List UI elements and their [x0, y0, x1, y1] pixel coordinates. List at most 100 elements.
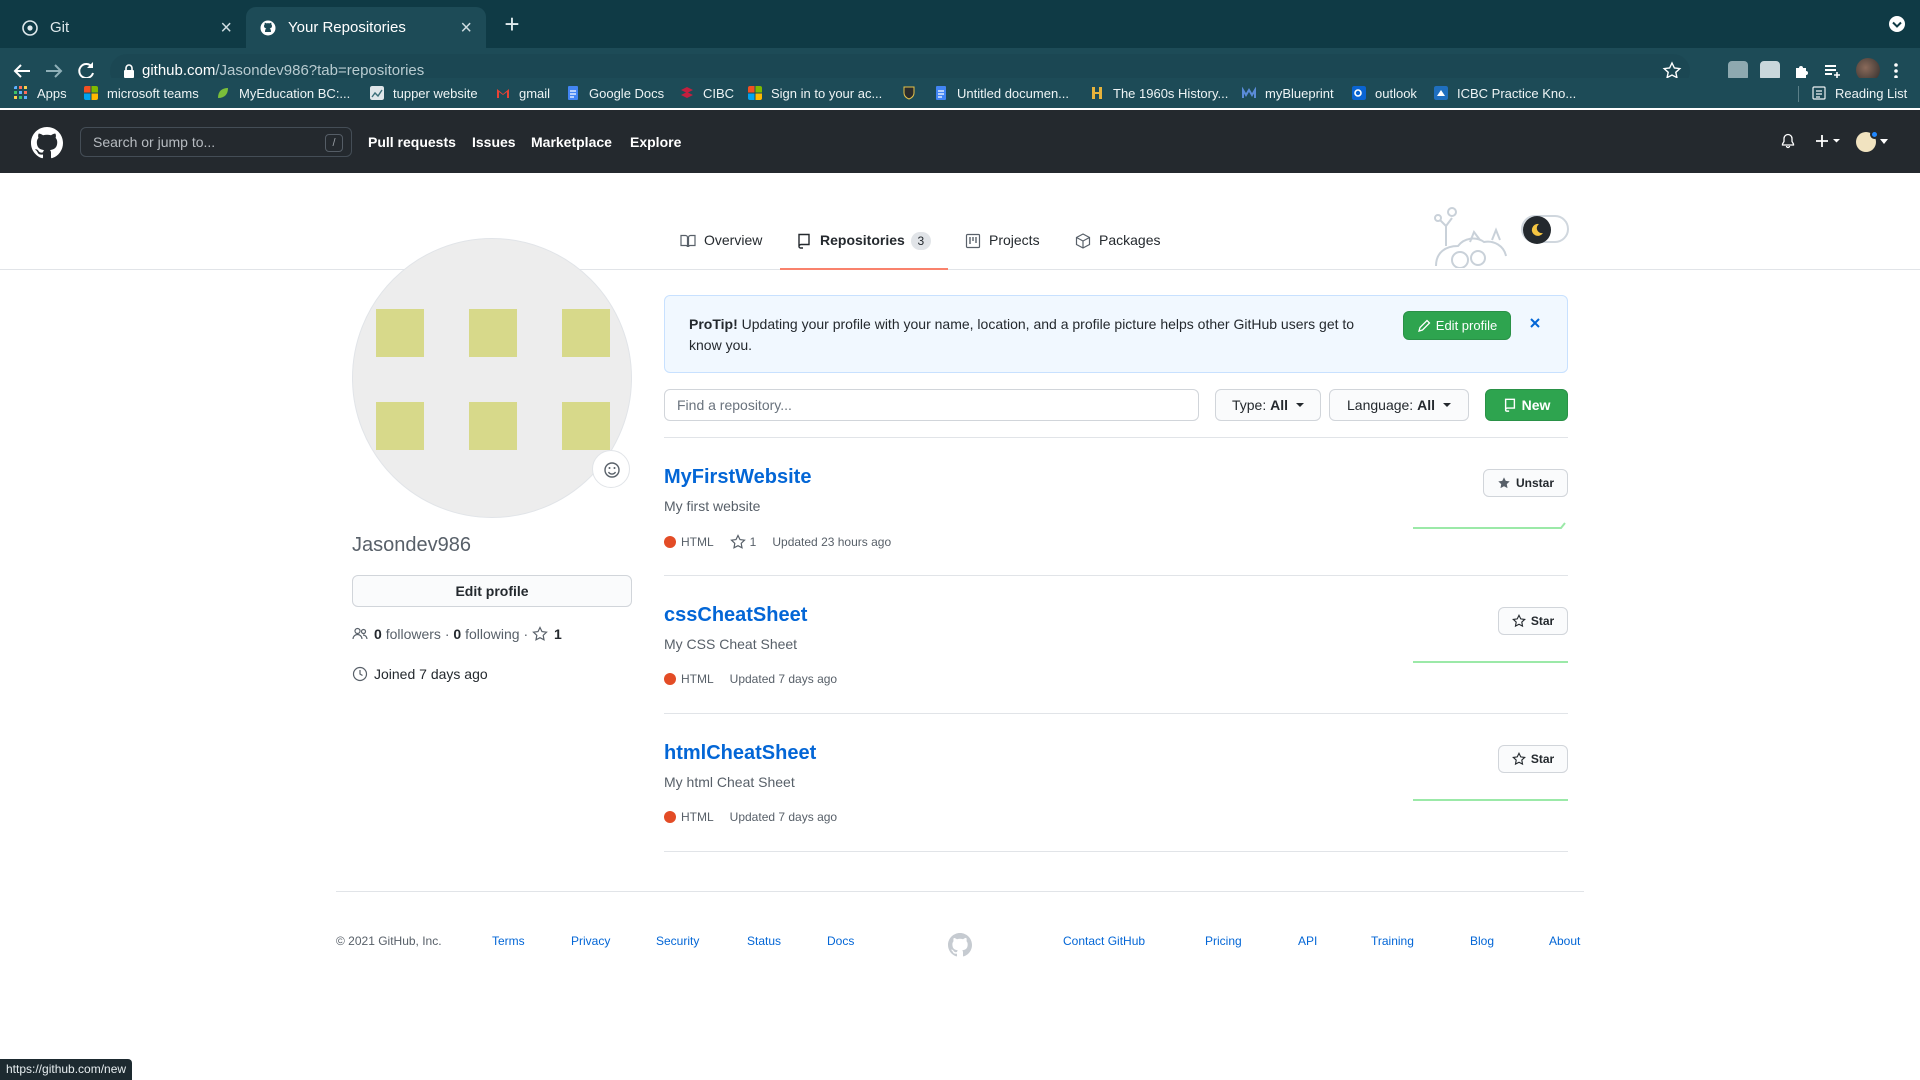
- dark-mode-moon-icon[interactable]: [1523, 216, 1551, 244]
- protip-message: Updating your profile with your name, lo…: [689, 316, 1355, 353]
- footer-link-privacy[interactable]: Privacy: [571, 934, 610, 948]
- bookmark-icbc-practice[interactable]: ICBC Practice Kno...: [1434, 84, 1576, 102]
- joined-text: Joined 7 days ago: [374, 666, 488, 682]
- bookmark-microsoft-teams[interactable]: microsoft teams: [84, 84, 199, 102]
- repo-link-myfirstwebsite[interactable]: MyFirstWebsite: [664, 466, 811, 489]
- repo-link-csscheatsheet[interactable]: cssCheatSheet: [664, 604, 807, 627]
- url-text: github.com/Jasondev986?tab=repositories: [142, 62, 424, 79]
- repo-stargazers-link[interactable]: 1: [729, 534, 756, 550]
- github-mark-icon[interactable]: [948, 933, 972, 957]
- button-label: Unstar: [1515, 476, 1554, 490]
- close-tab-icon[interactable]: ×: [460, 18, 472, 38]
- stars-count: 1: [554, 626, 562, 642]
- tab-label: Overview: [704, 232, 763, 248]
- bookmark-tupper-website[interactable]: tupper website: [370, 84, 478, 102]
- bookmark-crest[interactable]: [902, 84, 925, 102]
- followers-link[interactable]: 0 followers: [374, 626, 441, 642]
- type-filter-dropdown[interactable]: Type: All: [1215, 389, 1321, 421]
- list-divider: [664, 713, 1568, 714]
- tab-search-chevron-icon[interactable]: [1888, 15, 1906, 33]
- leaf-icon: [218, 88, 228, 98]
- bookmark-untitled-document[interactable]: Untitled documen...: [934, 84, 1069, 102]
- new-repository-button[interactable]: New: [1485, 389, 1568, 421]
- bookmark-myblueprint[interactable]: myBlueprint: [1242, 84, 1334, 102]
- notifications-bell-icon[interactable]: [1780, 133, 1796, 149]
- bookmark-label: microsoft teams: [107, 85, 199, 101]
- star-icon: [1511, 614, 1526, 628]
- activity-sparkline: [1413, 522, 1566, 529]
- following-link[interactable]: 0 following: [453, 626, 519, 642]
- google-docs-icon: [568, 86, 578, 100]
- footer-link-security[interactable]: Security: [656, 934, 699, 948]
- tab-projects[interactable]: Projects: [965, 232, 1040, 270]
- star-button[interactable]: Star: [1498, 607, 1568, 635]
- protip-lead: ProTip!: [689, 316, 738, 332]
- language-filter-value: All: [1417, 397, 1435, 413]
- footer-link-terms[interactable]: Terms: [492, 934, 525, 948]
- close-icon[interactable]: [1527, 315, 1543, 331]
- stars-link[interactable]: 1: [532, 626, 562, 642]
- star-button[interactable]: Star: [1498, 745, 1568, 773]
- package-icon: [1075, 233, 1091, 249]
- repository-count-badge: 3: [910, 232, 931, 250]
- nav-explore[interactable]: Explore: [630, 134, 681, 150]
- footer-copyright: © 2021 GitHub, Inc.: [336, 934, 442, 948]
- tab-packages[interactable]: Packages: [1075, 232, 1160, 270]
- footer-link-api[interactable]: API: [1298, 934, 1317, 948]
- nav-marketplace[interactable]: Marketplace: [531, 134, 612, 150]
- browser-tab-git[interactable]: Git ×: [8, 7, 246, 48]
- footer-link-status[interactable]: Status: [747, 934, 781, 948]
- footer-link-pricing[interactable]: Pricing: [1205, 934, 1242, 948]
- edit-profile-button[interactable]: Edit profile: [352, 575, 632, 607]
- footer-link-blog[interactable]: Blog: [1470, 934, 1494, 948]
- button-label: New: [1521, 397, 1551, 413]
- bookmark-outlook[interactable]: outlook: [1352, 84, 1417, 102]
- language-filter-dropdown[interactable]: Language: All: [1329, 389, 1469, 421]
- clock-icon: [352, 666, 368, 682]
- footer-link-training[interactable]: Training: [1371, 934, 1414, 948]
- set-status-smiley-icon[interactable]: [592, 450, 630, 488]
- footer-link-docs[interactable]: Docs: [827, 934, 854, 948]
- footer-link-contact-github[interactable]: Contact GitHub: [1063, 934, 1145, 948]
- follow-stats: 0 followers · 0 following · 1: [352, 626, 562, 642]
- star-icon: [1511, 752, 1526, 766]
- find-repository-input[interactable]: Find a repository...: [664, 389, 1199, 421]
- profile-avatar[interactable]: [352, 238, 632, 518]
- avatar-pixel: [562, 309, 610, 357]
- repo-link-htmlcheatsheet[interactable]: htmlCheatSheet: [664, 742, 816, 765]
- star-filled-icon: [1498, 477, 1510, 489]
- tab-repositories[interactable]: Repositories 3: [780, 232, 948, 270]
- tab-label: Projects: [989, 232, 1040, 248]
- bookmark-label: MyEducation BC:...: [239, 85, 351, 101]
- repo-description: My CSS Cheat Sheet: [664, 636, 798, 652]
- notification-dot-icon: [1870, 130, 1879, 139]
- reading-list-icon: [1812, 86, 1826, 100]
- github-logo-icon[interactable]: [31, 127, 63, 159]
- bookmark-sign-in[interactable]: Sign in to your ac...: [748, 84, 882, 102]
- nav-pull-requests[interactable]: Pull requests: [368, 134, 456, 150]
- github-search-input[interactable]: Search or jump to... /: [80, 127, 352, 157]
- footer-link-about[interactable]: About: [1549, 934, 1580, 948]
- bookmark-label: tupper website: [393, 85, 478, 101]
- browser-tab-your-repositories[interactable]: Your Repositories ×: [246, 7, 486, 48]
- school-crest-icon: [903, 86, 915, 100]
- tab-overview[interactable]: Overview: [680, 232, 762, 270]
- bookmark-myeducation-bc[interactable]: MyEducation BC:...: [216, 84, 350, 102]
- bookmark-google-docs[interactable]: Google Docs: [566, 84, 664, 102]
- protip-edit-profile-button[interactable]: Edit profile: [1403, 311, 1511, 340]
- pencil-icon: [1417, 319, 1431, 332]
- create-new-plus-icon[interactable]: [1814, 133, 1842, 149]
- bookmark-cibc[interactable]: CIBC: [680, 84, 734, 102]
- url-path: /Jasondev986?tab=repositories: [215, 62, 425, 79]
- followers-count: 0: [374, 626, 382, 642]
- close-tab-icon[interactable]: ×: [220, 18, 232, 38]
- project-icon: [965, 233, 981, 249]
- nav-issues[interactable]: Issues: [472, 134, 516, 150]
- reading-list-button[interactable]: Reading List: [1812, 84, 1907, 102]
- bookmark-apps[interactable]: Apps: [14, 84, 67, 102]
- unstar-button[interactable]: Unstar: [1483, 469, 1568, 497]
- bookmark-gmail[interactable]: gmail: [496, 84, 550, 102]
- bookmark-1960s-history[interactable]: The 1960s History...: [1090, 84, 1228, 102]
- new-tab-plus-icon[interactable]: +: [498, 10, 526, 38]
- book-icon: [680, 234, 696, 248]
